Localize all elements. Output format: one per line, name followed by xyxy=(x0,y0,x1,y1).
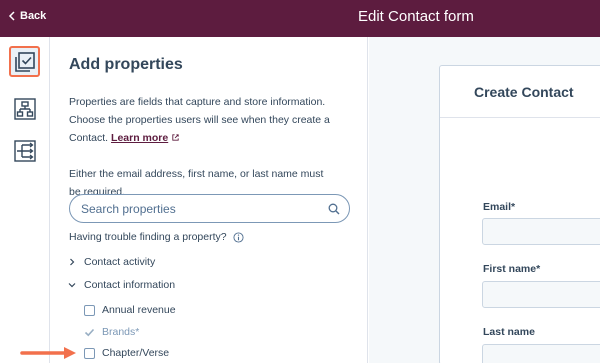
hierarchy-icon xyxy=(13,97,36,120)
branching-tab[interactable] xyxy=(9,135,40,166)
form-fields-icon xyxy=(14,51,35,72)
chevron-right-icon xyxy=(70,258,75,266)
branching-icon xyxy=(13,139,36,162)
trouble-text: Having trouble finding a property? xyxy=(69,231,227,243)
form-preview-card: Create Contact Email* First name* Last n… xyxy=(439,65,600,363)
checkbox[interactable] xyxy=(84,304,95,316)
info-icon[interactable] xyxy=(233,231,244,243)
last-name-field[interactable] xyxy=(482,344,600,363)
back-button[interactable]: Back xyxy=(8,10,46,22)
top-bar: Back Edit Contact form xyxy=(0,0,600,37)
search-icon[interactable] xyxy=(328,203,340,215)
property-label: Chapter/Verse xyxy=(102,347,170,359)
checkbox-checked xyxy=(84,327,95,338)
trouble-finding-property: Having trouble finding a property? xyxy=(69,231,244,243)
property-chapter-verse[interactable]: Chapter/Verse xyxy=(84,347,169,359)
back-label: Back xyxy=(20,10,47,22)
annotation-arrow-icon xyxy=(20,347,76,359)
property-annual-revenue[interactable]: Annual revenue xyxy=(84,304,176,316)
external-link-icon xyxy=(172,134,179,141)
checkmark-icon xyxy=(84,328,95,336)
field-label-last-name: Last name xyxy=(483,326,535,338)
first-name-field[interactable] xyxy=(482,281,600,308)
group-label: Contact activity xyxy=(84,256,156,268)
chevron-down-icon xyxy=(68,283,76,288)
property-label: Annual revenue xyxy=(102,304,176,316)
panel-heading: Add properties xyxy=(69,56,183,73)
panel-description: Properties are fields that capture and s… xyxy=(69,93,359,147)
search-input[interactable] xyxy=(81,201,311,217)
page-title: Edit Contact form xyxy=(358,8,474,25)
hierarchy-tab[interactable] xyxy=(9,93,40,124)
property-search[interactable] xyxy=(69,194,350,223)
chevron-left-icon xyxy=(8,11,15,21)
property-brands: Brands* xyxy=(84,326,139,338)
form-fields-tab[interactable] xyxy=(9,46,40,77)
card-title: Create Contact xyxy=(440,66,600,118)
group-contact-activity[interactable]: Contact activity xyxy=(68,256,155,268)
group-contact-information[interactable]: Contact information xyxy=(68,279,175,291)
field-label-first-name: First name* xyxy=(483,263,541,275)
property-label: Brands* xyxy=(102,326,140,338)
form-preview: Create Contact Email* First name* Last n… xyxy=(369,37,600,363)
checkbox[interactable] xyxy=(84,347,95,359)
field-label-email: Email* xyxy=(483,201,516,213)
add-properties-panel: Add properties Properties are fields tha… xyxy=(51,37,368,363)
email-field[interactable] xyxy=(482,218,600,245)
group-label: Contact information xyxy=(84,279,176,291)
tool-rail xyxy=(0,37,50,363)
learn-more-link[interactable]: Learn more xyxy=(111,132,168,144)
description-text: Properties are fields that capture and s… xyxy=(69,96,330,144)
